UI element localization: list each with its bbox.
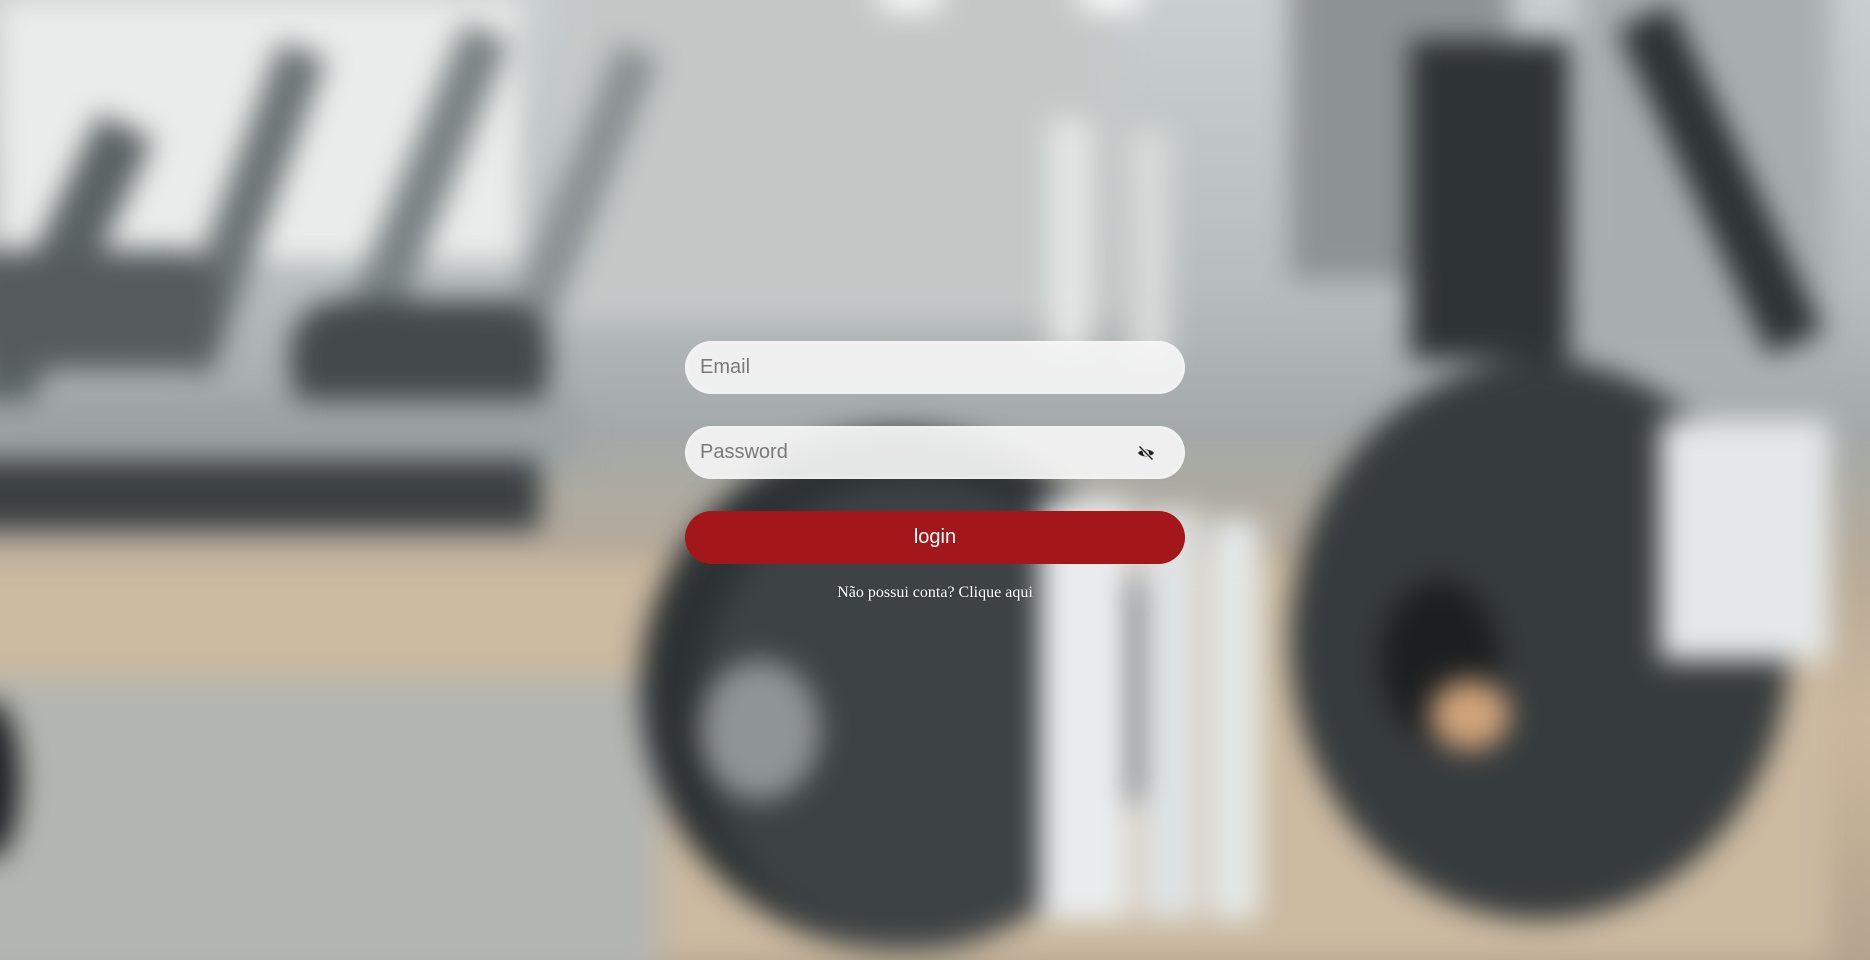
password-input[interactable] xyxy=(685,426,1185,479)
login-button[interactable]: login xyxy=(685,511,1185,564)
email-field-wrapper xyxy=(685,341,1185,394)
login-form: login Não possui conta? Clique aqui xyxy=(685,341,1185,602)
signup-prompt: Não possui conta? Clique aqui xyxy=(685,584,1185,602)
password-field-wrapper xyxy=(685,426,1185,479)
signup-link[interactable]: Clique aqui xyxy=(959,584,1033,601)
eye-slash-icon[interactable] xyxy=(1137,444,1155,462)
no-account-text: Não possui conta? xyxy=(837,584,955,601)
email-input[interactable] xyxy=(685,341,1185,394)
